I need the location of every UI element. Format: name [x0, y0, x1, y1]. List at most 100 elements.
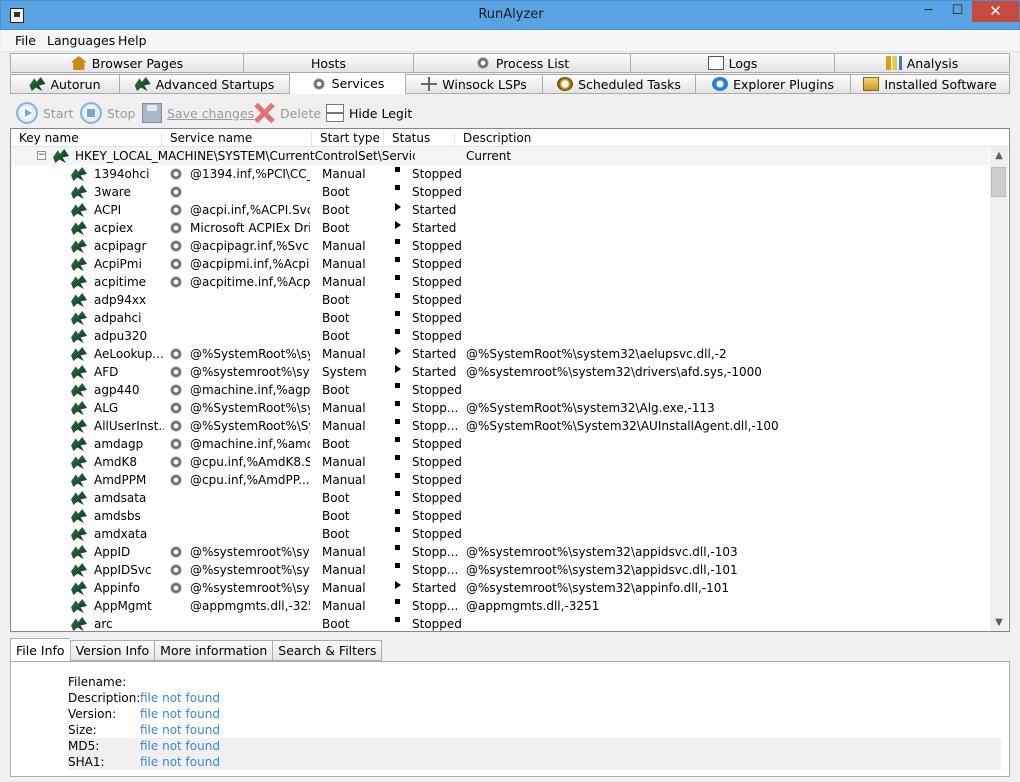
tab-browser-pages[interactable]: Browser Pages [10, 53, 243, 73]
column-start-type[interactable]: Start type [312, 131, 384, 147]
service-description: @%systemroot%\system32\drivers\afd.sys,-… [466, 365, 762, 379]
start-type: Boot [322, 329, 350, 343]
vertical-scrollbar[interactable]: ▲ ▼ [990, 147, 1008, 631]
tab-services[interactable]: Services [289, 72, 405, 94]
tab-analysis[interactable]: Analysis [834, 53, 1010, 73]
start-button[interactable]: Start [16, 102, 74, 124]
hide-legit-button[interactable]: Hide Legit [326, 102, 412, 124]
table-row[interactable]: AllUserInst... @%SystemRoot%\Sy... Manual S… [11, 417, 989, 435]
table-row[interactable]: acpitime @acpitime.inf,%Acpi... Manual Stop… [11, 273, 989, 291]
tab-hosts[interactable]: Hosts [243, 53, 413, 73]
service-status: Started [412, 221, 457, 235]
table-row[interactable]: AppMgmt @appmgmts.dll,-3250 Manual Stopp...… [11, 597, 989, 615]
tab-version-info[interactable]: Version Info [69, 640, 155, 661]
start-type: Boot [322, 509, 350, 523]
tab-scheduled-tasks[interactable]: Scheduled Tasks [542, 74, 695, 94]
table-row[interactable]: adpu320 Boot Stopped [11, 327, 989, 345]
column-status[interactable]: Status [384, 131, 455, 147]
service-status: Stopped [412, 185, 462, 199]
table-row[interactable]: 3ware Boot Stopped [11, 183, 989, 201]
file-info-row: SHA1: file not found [68, 754, 1001, 770]
description-value: file not found [140, 691, 220, 705]
table-row[interactable]: ALG @%SystemRoot%\sy... Manual Stopp... @%Sy… [11, 399, 989, 417]
bird-icon [53, 149, 69, 163]
stop-button[interactable]: Stop [80, 102, 135, 124]
table-row[interactable]: acpipagr @acpipagr.inf,%Svc... Manual Stopp… [11, 237, 989, 255]
tree-root-row[interactable]: − HKEY_LOCAL_MACHINE\SYSTEM\CurrentContr… [11, 147, 989, 165]
service-name: @%SystemRoot%\sy... [190, 347, 310, 361]
bird-icon [71, 257, 87, 271]
service-status: Stopped [412, 167, 462, 181]
table-row[interactable]: amdxata Boot Stopped [11, 525, 989, 543]
table-row[interactable]: amdsbs Boot Stopped [11, 507, 989, 525]
column-key-name[interactable]: Key name [11, 131, 162, 147]
menu-file[interactable]: File [15, 33, 36, 48]
bird-icon [71, 221, 87, 235]
service-status: Stopped [412, 527, 462, 541]
start-type: Manual [322, 167, 366, 181]
tab-winsock-lsps[interactable]: Winsock LSPs [405, 74, 542, 94]
table-row[interactable]: AcpiPmi @acpipmi.inf,%Acpi... Manual Stoppe… [11, 255, 989, 273]
table-row[interactable]: 1394ohci @1394.inf,%PCI\CC_... Manual Stopp… [11, 165, 989, 183]
start-type: Manual [322, 275, 366, 289]
start-type: Boot [322, 221, 350, 235]
menu-languages[interactable]: Languages [47, 33, 115, 48]
table-row[interactable]: adpahci Boot Stopped [11, 309, 989, 327]
scroll-up-arrow[interactable]: ▲ [990, 147, 1008, 164]
table-row[interactable]: AFD @%systemroot%\sys... System Started @%sy… [11, 363, 989, 381]
save-changes-button[interactable]: Save changes [142, 102, 254, 124]
table-row[interactable]: agp440 @machine.inf,%agp... Boot Stopped [11, 381, 989, 399]
tab-advanced-startups[interactable]: Advanced Startups [119, 74, 289, 94]
stopped-icon [395, 563, 400, 568]
table-row[interactable]: Appinfo @%systemroot%\sys... Manual Started… [11, 579, 989, 597]
column-description[interactable]: Description [455, 131, 990, 147]
maximize-button[interactable]: ☐ [943, 1, 972, 22]
tab-explorer-plugins[interactable]: Explorer Plugins [695, 74, 850, 94]
tab-logs[interactable]: Logs [630, 53, 834, 73]
service-key: Appinfo [94, 581, 140, 595]
menu-help[interactable]: Help [118, 33, 147, 48]
tab-label: Explorer Plugins [733, 76, 834, 92]
tab-process-list[interactable]: Process List [413, 53, 630, 73]
table-row[interactable]: AmdK8 @cpu.inf,%AmdK8.S... Manual Stopped [11, 453, 989, 471]
tab-installed-software[interactable]: Installed Software [850, 74, 1010, 94]
minimize-button[interactable]: ─ [914, 1, 943, 22]
table-row[interactable]: amdsata Boot Stopped [11, 489, 989, 507]
file-info-row: Size: file not found [68, 722, 1001, 738]
table-row[interactable]: AppIDSvc @%systemroot%\sys... Manual Stopp.… [11, 561, 989, 579]
size-value: file not found [140, 723, 220, 737]
scroll-thumb[interactable] [991, 167, 1006, 197]
stopped-icon [395, 509, 400, 514]
table-row[interactable]: AmdPPM @cpu.inf,%AmdPP... Manual Stopped [11, 471, 989, 489]
bird-icon [71, 329, 87, 343]
service-status: Stopped [412, 239, 462, 253]
service-status: Started [412, 365, 457, 379]
table-row[interactable]: AppID @%systemroot%\sys... Manual Stopp... @… [11, 543, 989, 561]
table-row[interactable]: amdagp @machine.inf,%amd... Boot Stopped [11, 435, 989, 453]
tab-file-info[interactable]: File Info [10, 638, 70, 661]
started-icon [395, 347, 401, 355]
tab-autorun[interactable]: Autorun [10, 74, 119, 94]
service-description: @%SystemRoot%\system32\Alg.exe,-113 [466, 401, 715, 415]
collapse-icon[interactable]: − [37, 151, 46, 160]
table-row[interactable]: arc Boot Stopped [11, 615, 989, 631]
table-row[interactable]: ACPI @acpi.inf,%ACPI.Svc... Boot Started [11, 201, 989, 219]
close-button[interactable]: ✕ [972, 1, 1019, 22]
service-status: Stopp... [412, 563, 459, 577]
bird-icon [71, 185, 87, 199]
start-type: Boot [322, 185, 350, 199]
stopped-icon [395, 167, 400, 172]
service-key: AFD [94, 365, 119, 379]
scroll-down-arrow[interactable]: ▼ [990, 614, 1008, 631]
table-row[interactable]: adp94xx Boot Stopped [11, 291, 989, 309]
tab-search-filters[interactable]: Search & Filters [272, 640, 383, 661]
tab-more-information[interactable]: More information [154, 640, 273, 661]
delete-button[interactable]: Delete [253, 102, 321, 124]
column-service-name[interactable]: Service name [162, 131, 312, 147]
table-row[interactable]: AeLookup... @%SystemRoot%\sy... Manual Star… [11, 345, 989, 363]
service-key: agp440 [94, 383, 140, 397]
file-info-row: Description: file not found [68, 690, 1001, 706]
table-row[interactable]: acpiex Microsoft ACPIEx Dri... Boot Started [11, 219, 989, 237]
start-type: Manual [322, 545, 366, 559]
services-list[interactable]: Key name Service name Start type Status … [10, 128, 1010, 632]
